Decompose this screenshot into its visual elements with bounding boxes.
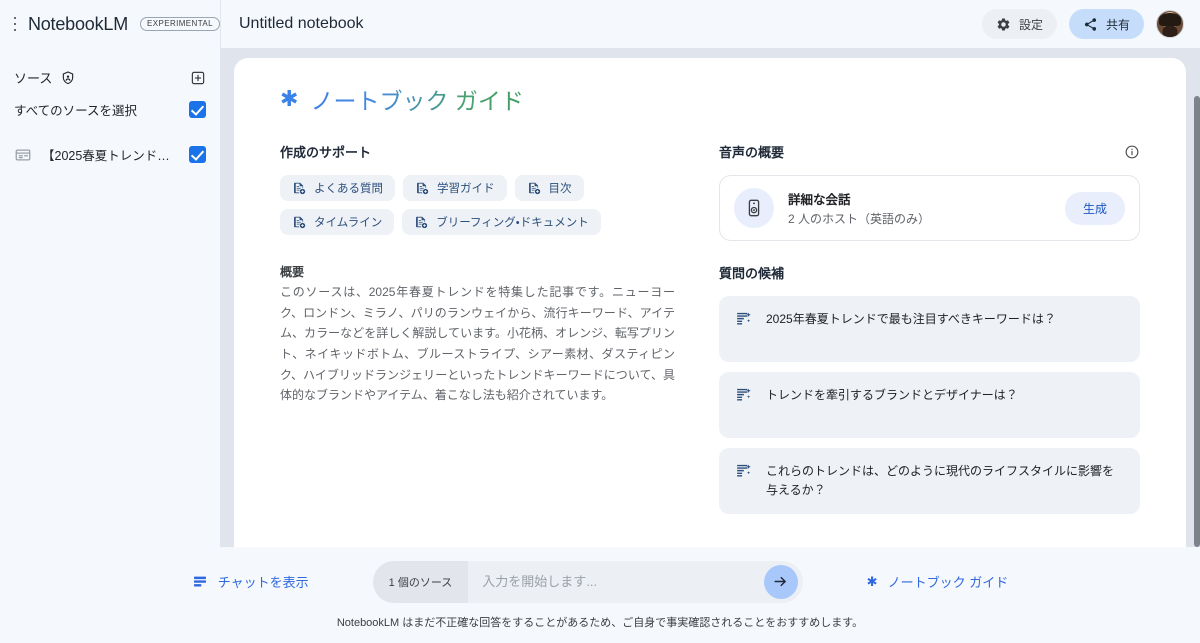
chip-table-of-contents[interactable]: 目次 [514,175,584,201]
body-row: ソース すべてのソースを選択 【2025春夏トレンド… ✱ ノートブック ガイド… [0,48,1200,547]
chip-label: タイムライン [314,217,383,229]
select-all-label: すべてのソースを選択 [14,104,138,118]
suggested-questions-heading: 質問の候補 [719,266,785,281]
scrollbar-thumb[interactable] [1194,96,1200,547]
notebook-guide-button[interactable]: ✱ ノートブック ガイド [867,572,1009,591]
chip-faq[interactable]: よくある質問 [280,175,395,201]
audio-and-questions-column: 音声の概要 詳細な会話 2 人のホスト（英語のみ） 生成 質問の候補 2025年… [719,142,1140,515]
bottom-bar-row: チャットを表示 1 個のソース ✱ ノートブック ガイド [0,560,1200,603]
top-bar-actions: 設定 共有 [981,9,1184,39]
creation-support-chips: よくある質問 学習ガイド 目次 タイムライン ブリーフィング・ドキュメント [280,175,675,235]
generate-audio-button[interactable]: 生成 [1064,191,1125,225]
source-list-item[interactable]: 【2025春夏トレンド… [0,136,220,173]
chat-composer: 1 個のソース [372,560,803,603]
chip-label: ブリーフィング・ドキュメント [436,217,589,229]
suggested-questions-list: 2025年春夏トレンドで最も注目すべきキーワードは？ トレンドを牽引するブランド… [719,296,1140,515]
chip-label: 目次 [548,183,572,195]
note-add-icon [415,181,429,195]
chip-study-guide[interactable]: 学習ガイド [403,175,507,201]
chip-label: 学習ガイド [437,183,495,195]
top-bar: NotebookLM EXPERIMENTAL Untitled noteboo… [0,0,1200,48]
notebook-guide-scroll: ✱ ノートブック ガイド 作成のサポート よくある質問 学習ガイド 目次 タイム… [234,58,1186,547]
suggested-question-item[interactable]: これらのトレンドは、どのように現代のライフスタイルに影響を与えるか？ [719,448,1140,515]
settings-label: 設定 [1018,17,1043,32]
audio-overview-heading-row: 音声の概要 [719,142,1140,161]
note-add-icon [414,215,428,229]
sparkle-icon: ✱ [280,86,299,111]
share-label: 共有 [1105,17,1130,32]
top-bar-brand-area: NotebookLM EXPERIMENTAL [0,0,220,48]
web-article-icon [14,146,32,164]
question-suggestion-icon [735,386,752,424]
show-chat-button[interactable]: チャットを表示 [192,572,309,591]
add-source-button[interactable] [190,70,206,86]
suggested-question-text: これらのトレンドは、どのように現代のライフスタイルに影響を与えるか？ [766,464,1115,498]
chip-label: よくある質問 [314,183,383,195]
hamburger-menu-icon[interactable] [14,13,16,35]
audio-overview-card[interactable]: 詳細な会話 2 人のホスト（英語のみ） 生成 [719,175,1140,241]
source-item-label: 【2025春夏トレンド… [42,149,170,163]
note-add-icon [527,181,541,195]
audio-speaker-icon [734,188,774,228]
chip-briefing-document[interactable]: ブリーフィング・ドキュメント [402,209,601,235]
summary-text: このソースは、2025年春夏トレンドを特集した記事です。ニューヨーク、ロンドン、… [280,285,675,403]
creation-support-heading: 作成のサポート [280,145,372,160]
page-title: ✱ ノートブック ガイド [280,82,1140,116]
audio-card-meta: 詳細な会話 2 人のホスト（英語のみ） [788,189,1051,227]
arrow-right-icon [772,573,789,590]
notebook-guide-card: ✱ ノートブック ガイド 作成のサポート よくある質問 学習ガイド 目次 タイム… [234,58,1186,547]
creation-support-column: 作成のサポート よくある質問 学習ガイド 目次 タイムライン ブリーフィング・ド… [280,142,675,514]
chat-input[interactable] [468,574,764,589]
sources-label: ソース [14,71,53,86]
main-panel: ✱ ノートブック ガイド 作成のサポート よくある質問 学習ガイド 目次 タイム… [220,48,1200,547]
suggested-question-item[interactable]: 2025年春夏トレンドで最も注目すべきキーワードは？ [719,296,1140,362]
guide-columns: 作成のサポート よくある質問 学習ガイド 目次 タイムライン ブリーフィング・ド… [280,142,1140,515]
page-title-text: ノートブック ガイド [310,82,523,116]
share-icon [1083,17,1098,32]
summary-heading: 概要 [280,265,305,279]
app-brand-name: NotebookLM [27,13,128,34]
audio-card-subtitle: 2 人のホスト（英語のみ） [788,212,931,226]
shield-person-icon [60,70,76,86]
notebook-guide-label: ノートブック ガイド [887,575,1009,590]
select-all-sources-row[interactable]: すべてのソースを選択 [0,91,220,128]
question-suggestion-icon [735,462,752,500]
question-suggestion-icon [735,310,752,348]
vertical-scrollbar[interactable] [1194,96,1200,547]
audio-overview-heading: 音声の概要 [719,145,785,160]
share-button[interactable]: 共有 [1068,9,1144,39]
gear-icon [996,17,1011,32]
audio-card-title: 詳細な会話 [788,193,851,207]
chip-timeline[interactable]: タイムライン [280,209,395,235]
chat-panel-icon [192,574,208,590]
bottom-bar: チャットを表示 1 個のソース ✱ ノートブック ガイド NotebookLM … [0,547,1200,643]
disclaimer-text: NotebookLM はまだ不正確な回答をすることがあるため、ご自身で事実確認さ… [336,616,864,629]
note-add-icon [292,181,306,195]
info-icon[interactable] [1124,144,1140,160]
sources-header: ソース [0,60,220,91]
sparkle-icon: ✱ [866,573,878,589]
notebooklm-app: NotebookLM EXPERIMENTAL Untitled noteboo… [0,0,1200,643]
source-count-chip[interactable]: 1 個のソース [372,560,469,603]
send-button[interactable] [763,564,798,599]
suggested-question-text: トレンドを牽引するブランドとデザイナーは？ [766,388,1018,402]
select-all-checkbox[interactable] [189,101,206,118]
settings-button[interactable]: 設定 [981,9,1057,39]
notebook-title[interactable]: Untitled notebook [239,15,364,33]
note-add-icon [292,215,306,229]
sources-sidebar: ソース すべてのソースを選択 【2025春夏トレンド… [0,48,220,547]
avatar[interactable] [1156,10,1184,38]
source-item-checkbox[interactable] [189,146,206,163]
suggested-question-item[interactable]: トレンドを牽引するブランドとデザイナーは？ [719,372,1140,438]
show-chat-label: チャットを表示 [217,575,309,590]
top-bar-main-area: Untitled notebook 設定 共有 [220,0,1200,48]
experimental-badge: EXPERIMENTAL [140,17,220,31]
suggested-question-text: 2025年春夏トレンドで最も注目すべきキーワードは？ [766,312,1056,326]
